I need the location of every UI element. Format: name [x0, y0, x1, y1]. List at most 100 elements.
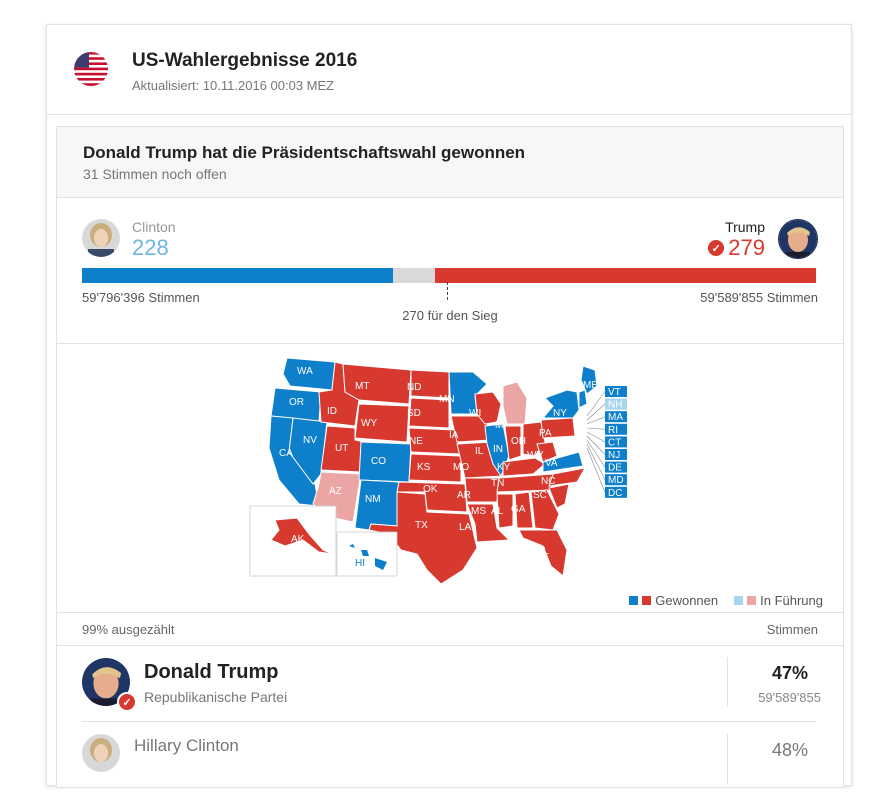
label-ID: ID	[327, 406, 337, 417]
small-state-label-NH: NH	[608, 400, 622, 411]
us-map-svg: VTNHMARICTNJDEMDDC WA OR CA NV ID MT WY …	[249, 357, 627, 585]
results-card: US-Wahlergebnisse 2016 Aktualisiert: 10.…	[46, 24, 852, 788]
label-IL: IL	[475, 446, 484, 457]
label-WY: WY	[361, 418, 377, 429]
state-NM	[354, 479, 400, 531]
win-threshold-label: 270 für den Sieg	[402, 308, 498, 323]
label-OK: OK	[423, 484, 438, 495]
row-divider	[727, 657, 728, 707]
label-CA: CA	[279, 448, 293, 459]
label-ME: ME	[583, 380, 598, 391]
label-GA: GA	[511, 504, 526, 515]
trump-row-percent: 47%	[771, 663, 808, 683]
us-flag-icon	[74, 52, 108, 86]
label-OH: OH	[511, 436, 526, 447]
leader-line-NJ	[586, 435, 606, 455]
label-IA: IA	[449, 430, 459, 441]
label-AZ: AZ	[329, 486, 342, 497]
legend-dem-lead-swatch	[734, 596, 744, 605]
trump-row-votes: 59'589'855	[758, 690, 821, 705]
legend-rep-lead-swatch	[747, 596, 757, 605]
label-MT: MT	[355, 381, 369, 392]
clinton-electoral-votes: 228	[132, 235, 169, 260]
label-TN: TN	[491, 478, 504, 489]
label-AK: AK	[291, 534, 305, 545]
winner-banner: Donald Trump hat die Präsidentschaftswah…	[57, 127, 843, 198]
label-WA: WA	[297, 366, 313, 377]
label-FL: FL	[537, 546, 549, 557]
leader-line-DC	[586, 447, 606, 493]
label-CO: CO	[371, 456, 386, 467]
winner-check-icon: ✓	[117, 692, 137, 712]
row-divider	[727, 734, 728, 784]
label-AR: AR	[457, 490, 471, 501]
counted-label: 99% ausgezählt	[82, 622, 175, 637]
label-HI: HI	[355, 558, 365, 569]
results-table-header: 99% ausgezählt Stimmen	[57, 613, 843, 646]
label-WI: WI	[469, 408, 481, 419]
label-WV: WV	[527, 450, 543, 461]
clinton-row-avatar	[82, 734, 120, 772]
legend-rep-won-swatch	[642, 596, 652, 605]
label-NM: NM	[365, 494, 381, 505]
trump-name: Trump	[725, 219, 765, 235]
label-NC: NC	[541, 476, 555, 487]
legend-lead-label: In Führung	[760, 593, 823, 608]
legend-dem-won-swatch	[629, 596, 639, 605]
state-NE-small	[578, 389, 588, 409]
label-MO: MO	[453, 462, 469, 473]
winner-headline: Donald Trump hat die Präsidentschaftswah…	[83, 143, 526, 162]
state-MI	[502, 381, 528, 425]
label-MN: MN	[439, 394, 455, 405]
leader-line-MD	[586, 443, 606, 480]
clinton-bar-segment	[82, 268, 394, 283]
label-VA: VA	[545, 458, 558, 469]
trump-popular-votes: 59'589'855 Stimmen	[700, 290, 818, 305]
label-SC: SC	[533, 490, 547, 501]
small-state-label-NJ: NJ	[608, 450, 620, 461]
label-ND: ND	[407, 382, 421, 393]
trump-row-party: Republikanische Partei	[144, 689, 288, 705]
clinton-avatar	[82, 219, 120, 257]
label-KY: KY	[497, 462, 511, 473]
small-state-label-MA: MA	[608, 412, 623, 423]
open-votes-note: 31 Stimmen noch offen	[83, 166, 227, 182]
update-timestamp: Aktualisiert: 10.11.2016 00:03 MEZ	[132, 78, 335, 93]
trump-electoral-block: ✓ 279	[708, 235, 765, 261]
label-AL: AL	[491, 506, 504, 517]
trump-row-name: Donald Trump	[144, 661, 279, 683]
leader-line-RI	[586, 427, 606, 430]
label-NE: NE	[409, 436, 423, 447]
electoral-tally: Clinton 228 Trump ✓ 279 59'796'396 Stimm…	[57, 198, 843, 344]
label-UT: UT	[335, 443, 348, 454]
us-map: VT NH MA RI CT NJ DE MD DC WA OR CA NV ID MT WY …	[57, 344, 843, 613]
label-PA: PA	[539, 428, 552, 439]
trump-electoral-votes: 279	[728, 235, 765, 260]
trump-avatar	[778, 219, 818, 259]
label-LA: LA	[459, 522, 472, 533]
label-SD: SD	[407, 408, 421, 419]
label-NV: NV	[303, 435, 317, 446]
small-state-label-CT: CT	[608, 437, 621, 448]
candidate-row-clinton[interactable]: Hillary Clinton 48%	[82, 722, 816, 798]
clinton-popular-votes: 59'796'396 Stimmen	[82, 290, 200, 305]
clinton-name: Clinton	[132, 219, 176, 235]
candidate-row-trump[interactable]: ✓ Donald Trump Republikanische Partei 47…	[82, 645, 821, 722]
small-state-label-RI: RI	[608, 425, 618, 436]
small-state-label-DE: DE	[608, 463, 622, 474]
small-state-label-DC: DC	[608, 488, 622, 499]
small-state-label-MD: MD	[608, 475, 624, 486]
label-MS: MS	[471, 506, 486, 517]
map-legend: Gewonnen In Führung	[629, 593, 823, 608]
leader-line-CT	[586, 431, 606, 443]
label-MI: MI	[495, 420, 506, 431]
card-header: US-Wahlergebnisse 2016 Aktualisiert: 10.…	[47, 25, 851, 115]
votes-column-header: Stimmen	[766, 622, 818, 637]
leader-line-DE	[586, 439, 606, 468]
page-title: US-Wahlergebnisse 2016	[132, 50, 358, 71]
legend-won-label: Gewonnen	[655, 593, 719, 608]
electoral-progress-bar	[82, 268, 816, 283]
label-OR: OR	[289, 397, 304, 408]
label-TX: TX	[415, 520, 428, 531]
trump-bar-segment	[435, 268, 816, 283]
